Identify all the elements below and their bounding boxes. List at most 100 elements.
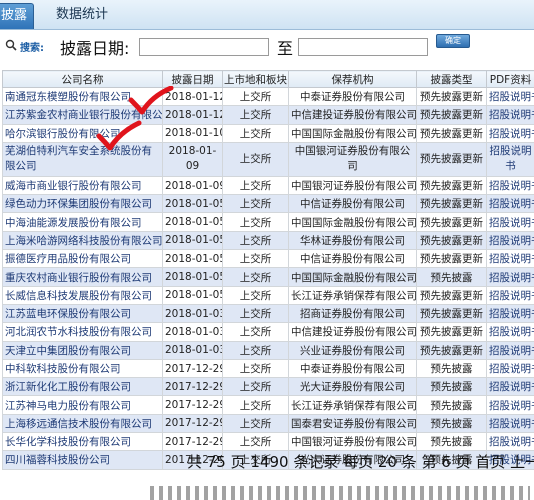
tab-statistics[interactable]: 数据统计 xyxy=(46,3,118,29)
date-cell: 2018-01-05 xyxy=(162,267,223,287)
company-cell[interactable]: 上海米哈游网络科技股份有限公司 xyxy=(2,230,163,251)
pdf-link[interactable]: 招股说明书 xyxy=(486,377,534,397)
sponsor-cell: 中信建投证券股份有限公司 xyxy=(288,105,417,125)
pdf-link[interactable]: 招股说明书 xyxy=(486,194,534,214)
pdf-link[interactable]: 招股说明书 xyxy=(486,141,534,177)
date-cell: 2017-12-29 xyxy=(162,395,223,415)
table-row: 江苏蓝电环保股份有限公司 2018-01-03 上交所 招商证券股份有限公司 预先披露更… xyxy=(2,303,534,324)
pdf-link[interactable]: 招股说明书 xyxy=(486,175,534,196)
table-row: 哈尔滨银行股份有限公司 2018-01-10 上交所 中国国际金融股份有限公司 预先披露… xyxy=(2,123,534,143)
table-row: 绿色动力环保集团股份有限公司 2018-01-05 上交所 中信证券股份有限公司 预先披… xyxy=(2,194,534,214)
table-row: 振德医疗用品股份有限公司 2018-01-05 上交所 中信证券股份有限公司 预先披露更… xyxy=(2,249,534,269)
market-cell: 上交所 xyxy=(222,432,289,452)
company-cell[interactable]: 绿色动力环保集团股份有限公司 xyxy=(2,194,163,214)
date-cell: 2018-01-03 xyxy=(162,303,223,324)
to-label: 至 xyxy=(277,39,294,58)
market-cell: 上交所 xyxy=(222,395,289,415)
checkmark-2-icon xyxy=(96,120,142,151)
type-cell: 预先披露更新 xyxy=(416,123,487,143)
sponsor-cell: 中信证券股份有限公司 xyxy=(288,194,417,214)
company-cell[interactable]: 威海市商业银行股份有限公司 xyxy=(2,175,163,196)
pdf-link[interactable]: 招股说明书 xyxy=(486,249,534,269)
company-cell[interactable]: 长华化学科技股份有限公司 xyxy=(2,432,163,452)
company-cell[interactable]: 江苏神马电力股份有限公司 xyxy=(2,395,163,415)
date-cell: 2017-12-29 xyxy=(162,413,223,434)
sponsor-cell: 中国银河证券股份有限公司 xyxy=(288,141,417,177)
header-date[interactable]: 披露日期 xyxy=(162,70,223,88)
tab-disclosure[interactable]: 披露 xyxy=(0,3,34,29)
pdf-link[interactable]: 招股说明书 xyxy=(486,413,534,434)
type-cell: 预先披露更新 xyxy=(416,303,487,324)
sponsor-cell: 光大证券股份有限公司 xyxy=(288,377,417,397)
table-row: 中科软科技股份有限公司 2017-12-29 上交所 中泰证券股份有限公司 预先披露 招股… xyxy=(2,358,534,379)
pdf-link[interactable]: 招股说明书 xyxy=(486,285,534,305)
company-cell[interactable]: 中科软科技股份有限公司 xyxy=(2,358,163,379)
sponsor-cell: 中国银河证券股份有限公司 xyxy=(288,175,417,196)
company-cell[interactable]: 浙江新化化工股份有限公司 xyxy=(2,377,163,397)
pdf-link[interactable]: 招股说明书 xyxy=(486,303,534,324)
type-cell: 预先披露 xyxy=(416,358,487,379)
type-cell: 预先披露更新 xyxy=(416,249,487,269)
sponsor-cell: 招商证券股份有限公司 xyxy=(288,303,417,324)
header-pdf[interactable]: PDF资料 xyxy=(486,70,534,88)
table-row: 长华化学科技股份有限公司 2017-12-29 上交所 中国银河证券股份有限公司 预先披… xyxy=(2,432,534,452)
table-row: 上海移远通信技术股份有限公司 2017-12-29 上交所 国泰君安证券股份有限公司预… xyxy=(2,413,534,434)
table-row: 长威信息科技发展股份有限公司 2018-01-05 上交所 长江证券承销保荐有限公司预… xyxy=(2,285,534,305)
pdf-link[interactable]: 招股说明书 xyxy=(486,358,534,379)
disclosure-date-label: 披露日期: xyxy=(60,39,130,58)
table-row: 浙江新化化工股份有限公司 2017-12-29 上交所 光大证券股份有限公司 预先披露招… xyxy=(2,377,534,397)
header-market[interactable]: 上市地和板块 xyxy=(222,70,289,88)
market-cell: 上交所 xyxy=(222,285,289,305)
company-cell[interactable]: 长威信息科技发展股份有限公司 xyxy=(2,285,163,305)
market-cell: 上交所 xyxy=(222,267,289,287)
pdf-link[interactable]: 招股说明书 xyxy=(486,230,534,251)
type-cell: 预先披露 xyxy=(416,413,487,434)
type-cell: 预先披露 xyxy=(416,377,487,397)
sponsor-cell: 长江证券承销保荐有限公司 xyxy=(288,285,417,305)
sponsor-cell: 中国银河证券股份有限公司 xyxy=(288,432,417,452)
confirm-button[interactable]: 确定 xyxy=(436,34,470,48)
market-cell: 上交所 xyxy=(222,175,289,196)
pdf-link[interactable]: 招股说明书 xyxy=(486,212,534,232)
company-cell[interactable]: 中海油能源发展股份有限公司 xyxy=(2,212,163,232)
date-cell: 2018-01-03 xyxy=(162,340,223,360)
pdf-link[interactable]: 招股说明书 xyxy=(486,267,534,287)
sponsor-cell: 华林证券股份有限公司 xyxy=(288,230,417,251)
sponsor-cell: 兴业证券股份有限公司 xyxy=(288,340,417,360)
pdf-link[interactable]: 招股说明书 xyxy=(486,395,534,415)
company-cell[interactable]: 四川福蓉科技股份公司 xyxy=(2,450,163,470)
table-row: 南通冠东模塑股份有限公司 2018-01-12 上交所 中泰证券股份有限公司 预先披露更… xyxy=(2,86,534,107)
pdf-link[interactable]: 招股说明书 xyxy=(486,123,534,143)
pdf-link[interactable]: 招股说明书 xyxy=(486,105,534,125)
company-cell[interactable]: 振德医疗用品股份有限公司 xyxy=(2,249,163,269)
sponsor-cell: 中泰证券股份有限公司 xyxy=(288,358,417,379)
sponsor-cell: 长江证券承销保荐有限公司 xyxy=(288,395,417,415)
sponsor-cell: 中国国际金融股份有限公司 xyxy=(288,267,417,287)
pdf-link[interactable]: 招股说明书 xyxy=(486,432,534,452)
company-cell[interactable]: 上海移远通信技术股份有限公司 xyxy=(2,413,163,434)
header-type[interactable]: 披露类型 xyxy=(416,70,487,88)
end-date-input[interactable] xyxy=(298,38,428,56)
market-cell: 上交所 xyxy=(222,86,289,107)
search-label: 搜索: xyxy=(20,43,44,54)
sponsor-cell: 中国国际金融股份有限公司 xyxy=(288,212,417,232)
market-cell: 上交所 xyxy=(222,303,289,324)
disclosure-table: 公司名称 披露日期 上市地和板块 保荐机构 披露类型 PDF资料 南通冠东模塑股… xyxy=(2,70,534,470)
pagination[interactable]: 共 75 页 1490 条记录 每页 20 条 第 6 页 首页 上一 xyxy=(187,451,534,472)
date-cell: 2018-01-05 xyxy=(162,230,223,251)
company-cell[interactable]: 江苏蓝电环保股份有限公司 xyxy=(2,303,163,324)
company-cell[interactable]: 重庆农村商业银行股份有限公司 xyxy=(2,267,163,287)
pdf-link[interactable]: 招股说明书 xyxy=(486,340,534,360)
company-cell[interactable]: 河北润农节水科技股份有限公司 xyxy=(2,322,163,342)
date-cell: 2018-01-05 xyxy=(162,212,223,232)
header-company[interactable]: 公司名称 xyxy=(2,70,163,88)
header-sponsor[interactable]: 保荐机构 xyxy=(288,70,417,88)
market-cell: 上交所 xyxy=(222,212,289,232)
start-date-input[interactable] xyxy=(139,38,269,56)
type-cell: 预先披露 xyxy=(416,395,487,415)
pdf-link[interactable]: 招股说明书 xyxy=(486,86,534,107)
type-cell: 预先披露更新 xyxy=(416,230,487,251)
pdf-link[interactable]: 招股说明书 xyxy=(486,322,534,342)
company-cell[interactable]: 天津立中集团股份有限公司 xyxy=(2,340,163,360)
type-cell: 预先披露更新 xyxy=(416,340,487,360)
